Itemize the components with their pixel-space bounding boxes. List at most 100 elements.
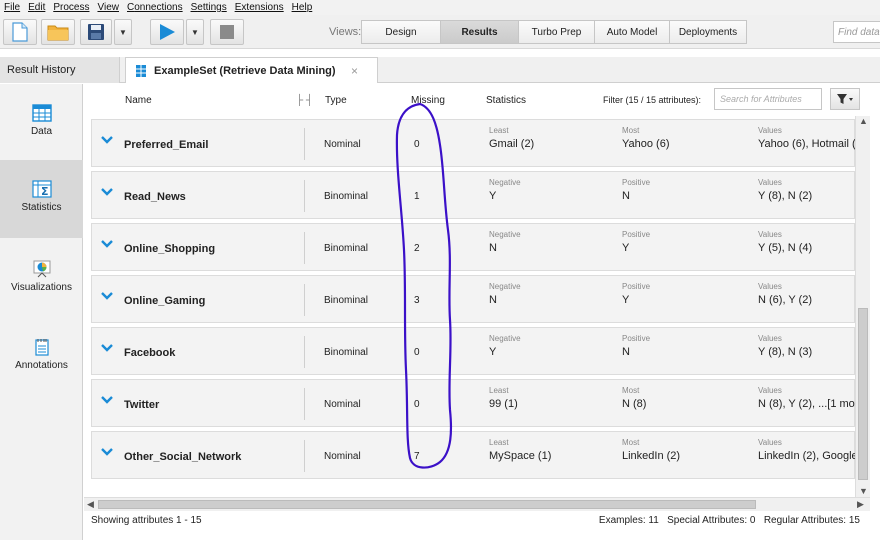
chevron-down-icon[interactable] <box>100 133 114 147</box>
view-switcher: Design Results Turbo Prep Auto Model Dep… <box>361 20 747 44</box>
stat-label-2: Most <box>622 386 640 395</box>
tab-exampleset-label: ExampleSet (Retrieve Data Mining) <box>154 64 336 77</box>
tab-result-history[interactable]: Result History <box>0 57 120 83</box>
close-icon[interactable]: × <box>351 64 358 78</box>
data-table-icon <box>31 104 52 122</box>
scroll-right-icon[interactable]: ▶ <box>857 499 864 510</box>
vertical-scroll-thumb[interactable] <box>858 308 868 480</box>
horizontal-scrollbar[interactable]: ◀ ▶ <box>84 497 870 511</box>
menu-connections[interactable]: Connections <box>123 2 187 13</box>
chevron-down-icon: ▼ <box>191 27 199 37</box>
run-process-button[interactable] <box>150 19 184 45</box>
stat-label-1: Negative <box>489 178 521 187</box>
attribute-name: Other_Social_Network <box>124 451 242 463</box>
stat-value-3: N (8), Y (2), ...[1 mo <box>758 398 855 410</box>
attribute-name: Preferred_Email <box>124 139 209 151</box>
run-options-dropdown[interactable]: ▼ <box>186 19 204 45</box>
find-data-input[interactable]: Find data, <box>833 21 880 43</box>
scroll-up-icon[interactable]: ▲ <box>859 116 868 126</box>
stat-label-1: Least <box>489 126 509 135</box>
stat-value-1: Y <box>489 190 497 202</box>
stat-value-3: Yahoo (6), Hotmail ( <box>758 138 855 150</box>
nav-item-data[interactable]: Data <box>0 84 83 160</box>
stat-label-3: Values <box>758 126 782 135</box>
attribute-type: Binominal <box>324 243 368 254</box>
stat-label-2: Positive <box>622 282 651 291</box>
folder-icon <box>47 25 69 41</box>
stat-value-3: Y (5), N (4) <box>758 242 813 254</box>
attribute-row[interactable]: Other_Social_Network Nominal 7 Least MySpace… <box>91 431 855 479</box>
view-tab-auto-model[interactable]: Auto Model <box>595 20 670 44</box>
table-icon <box>136 64 146 77</box>
menu-extensions[interactable]: Extensions <box>231 2 288 13</box>
stat-label-1: Negative <box>489 334 521 343</box>
stat-label-3: Values <box>758 386 782 395</box>
attribute-name: Online_Gaming <box>124 295 206 307</box>
stat-label-1: Least <box>489 386 509 395</box>
tab-exampleset[interactable]: ExampleSet (Retrieve Data Mining) × <box>125 57 378 83</box>
scroll-down-icon[interactable]: ▼ <box>859 486 868 496</box>
stat-value-1: Gmail (2) <box>489 138 535 150</box>
menu-process[interactable]: Process <box>49 2 93 13</box>
column-name-header[interactable]: Name <box>125 95 152 106</box>
menu-view[interactable]: View <box>93 2 123 13</box>
chevron-down-icon[interactable] <box>100 445 114 459</box>
stat-value-1: 99 (1) <box>489 398 518 410</box>
column-missing-header[interactable]: Missing <box>411 95 445 106</box>
nav-item-statistics[interactable]: Σ Statistics <box>0 160 83 238</box>
horizontal-scroll-thumb[interactable] <box>98 500 756 509</box>
nav-item-data-label: Data <box>30 126 53 137</box>
status-showing-attributes: Showing attributes 1 - 15 <box>91 515 202 526</box>
attribute-search-input[interactable]: Search for Attributes <box>714 88 822 110</box>
column-type-header[interactable]: Type <box>325 95 347 106</box>
open-process-button[interactable] <box>41 19 75 45</box>
view-tab-design[interactable]: Design <box>361 20 441 44</box>
nav-item-annotations-label: Annotations <box>15 360 68 371</box>
attribute-row[interactable]: Online_Shopping Binominal 2 Negative N Positi… <box>91 223 855 271</box>
stat-value-2: N <box>622 346 630 358</box>
attribute-type: Binominal <box>324 347 368 358</box>
nav-item-statistics-label: Statistics <box>21 202 62 213</box>
menu-help[interactable]: Help <box>288 2 317 13</box>
column-divider <box>304 284 305 316</box>
result-tabstrip: Result History ExampleSet (Retrieve Data… <box>0 57 880 83</box>
view-tab-deployments[interactable]: Deployments <box>670 20 747 44</box>
new-process-button[interactable] <box>3 19 37 45</box>
view-tab-turbo-prep[interactable]: Turbo Prep <box>519 20 595 44</box>
chevron-down-icon[interactable] <box>100 289 114 303</box>
attribute-name: Online_Shopping <box>124 243 216 255</box>
chevron-down-icon[interactable] <box>100 341 114 355</box>
attribute-row[interactable]: Twitter Nominal 0 Least 99 (1) Most N (8) Value… <box>91 379 855 427</box>
stop-process-button[interactable] <box>210 19 244 45</box>
save-options-dropdown[interactable]: ▼ <box>114 19 132 45</box>
chevron-down-icon[interactable] <box>100 393 114 407</box>
attribute-filter-button[interactable] <box>830 88 860 110</box>
tab-result-history-label: Result History <box>7 64 76 76</box>
stat-value-3: Y (8), N (3) <box>758 346 813 358</box>
view-tab-results[interactable]: Results <box>441 20 519 44</box>
nav-item-visualizations[interactable]: Visualizations <box>0 240 83 316</box>
attribute-row[interactable]: Read_News Binominal 1 Negative Y Positive N Val… <box>91 171 855 219</box>
scroll-left-icon[interactable]: ◀ <box>87 499 94 510</box>
menu-file[interactable]: File <box>0 2 24 13</box>
stat-value-1: Y <box>489 346 497 358</box>
attribute-missing-count: 0 <box>414 347 420 358</box>
menu-settings[interactable]: Settings <box>187 2 231 13</box>
stat-value-2: Y <box>622 242 630 254</box>
save-process-button[interactable] <box>80 19 112 45</box>
nav-item-annotations[interactable]: Annotations <box>0 318 83 394</box>
status-attribute-counts: Examples: 11 Special Attributes: 0 Regul… <box>598 515 860 526</box>
attribute-row[interactable]: Online_Gaming Binominal 3 Negative N Positive… <box>91 275 855 323</box>
menu-edit[interactable]: Edit <box>24 2 49 13</box>
column-resize-handle[interactable]: ├ ┤ <box>296 95 313 106</box>
vertical-scrollbar[interactable]: ▲ ▼ <box>855 116 870 499</box>
stat-value-1: N <box>489 242 497 254</box>
chevron-down-icon[interactable] <box>100 237 114 251</box>
svg-text:Σ: Σ <box>41 185 49 198</box>
attribute-row[interactable]: Facebook Binominal 0 Negative Y Positive N Valu… <box>91 327 855 375</box>
nav-item-visualizations-label: Visualizations <box>11 282 72 293</box>
column-statistics-header[interactable]: Statistics <box>486 95 526 106</box>
attribute-row[interactable]: Preferred_Email Nominal 0 Least Gmail (2) Mos… <box>91 119 855 167</box>
column-divider <box>304 440 305 472</box>
chevron-down-icon[interactable] <box>100 185 114 199</box>
